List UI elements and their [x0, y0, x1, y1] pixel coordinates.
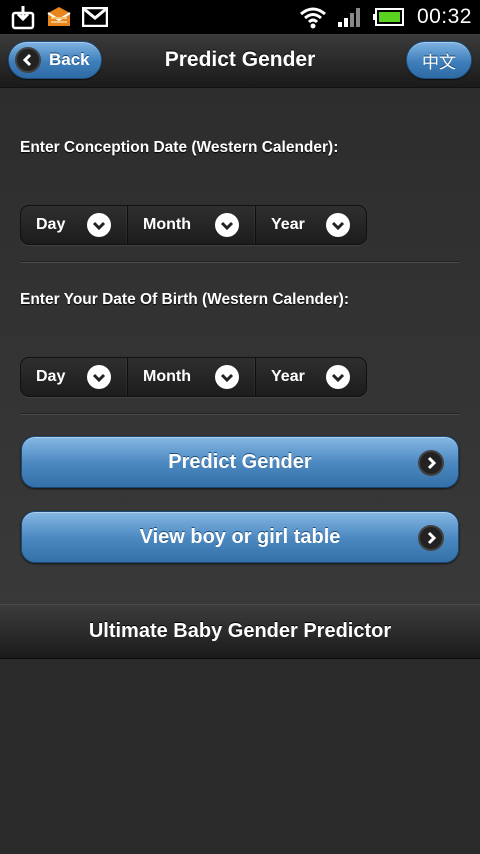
notification-icons	[10, 4, 108, 30]
divider	[20, 261, 460, 263]
chevron-down-icon	[326, 365, 350, 389]
predict-gender-button-label: Predict Gender	[168, 450, 312, 473]
conception-day-label: Day	[36, 216, 66, 233]
conception-month-label: Month	[143, 216, 191, 233]
view-table-button-label: View boy or girl table	[139, 525, 341, 548]
view-table-button[interactable]: View boy or girl table	[21, 511, 459, 563]
birth-year-label: Year	[271, 368, 305, 385]
conception-year-select[interactable]: Year	[256, 206, 366, 244]
clock: 00:32	[416, 5, 472, 28]
chevron-down-icon	[215, 365, 239, 389]
chevron-down-icon	[326, 213, 350, 237]
birth-year-select[interactable]: Year	[256, 358, 366, 396]
chevron-right-icon	[418, 525, 444, 551]
birth-day-select[interactable]: Day	[21, 358, 128, 396]
language-button-label: 中文	[422, 52, 456, 72]
signal-icon	[337, 6, 363, 28]
conception-year-label: Year	[271, 216, 305, 233]
footer-title: Ultimate Baby Gender Predictor	[88, 620, 392, 642]
chevron-down-icon	[87, 213, 111, 237]
footer-bar: Ultimate Baby Gender Predictor	[0, 604, 480, 659]
mail-icon	[46, 5, 72, 29]
status-bar: 00:32	[0, 0, 480, 34]
back-button-label: Back	[49, 50, 90, 69]
header-bar: Predict Gender Back 中文	[0, 34, 480, 88]
gmail-icon	[82, 7, 108, 27]
back-button[interactable]: Back	[8, 41, 102, 79]
conception-date-label: Enter Conception Date (Western Calender)…	[20, 139, 339, 156]
chevron-left-icon	[15, 47, 41, 73]
predict-gender-button[interactable]: Predict Gender	[21, 436, 459, 488]
battery-icon	[372, 7, 405, 27]
chevron-right-icon	[418, 450, 444, 476]
birth-day-label: Day	[36, 368, 66, 385]
language-button[interactable]: 中文	[406, 41, 472, 79]
empty-area	[0, 660, 480, 854]
download-icon	[10, 4, 36, 30]
divider	[20, 413, 460, 415]
conception-day-select[interactable]: Day	[21, 206, 128, 244]
chevron-down-icon	[215, 213, 239, 237]
conception-month-select[interactable]: Month	[128, 206, 256, 244]
birth-month-select[interactable]: Month	[128, 358, 256, 396]
conception-date-picker: Day Month Year	[20, 205, 367, 245]
chevron-down-icon	[87, 365, 111, 389]
system-icons: 00:32	[299, 5, 472, 29]
wifi-icon	[299, 5, 327, 29]
birth-date-picker: Day Month Year	[20, 357, 367, 397]
main-content: Enter Conception Date (Western Calender)…	[0, 89, 480, 604]
birth-month-label: Month	[143, 368, 191, 385]
birth-date-label: Enter Your Date Of Birth (Western Calend…	[20, 291, 349, 308]
